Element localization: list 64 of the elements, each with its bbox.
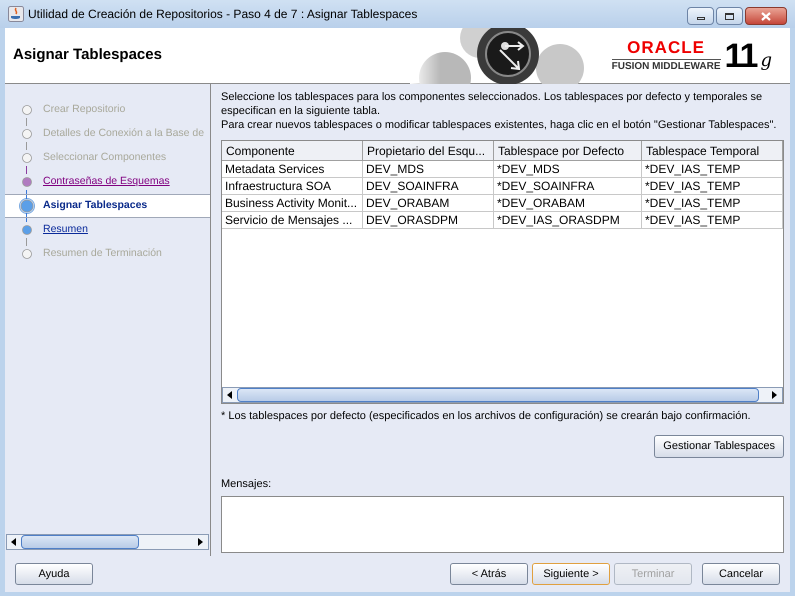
table-cell: DEV_ORASDPM xyxy=(363,212,494,229)
step-dot-icon xyxy=(19,174,35,190)
messages-label: Mensajes: xyxy=(221,476,272,492)
wizard-step[interactable]: Asignar Tablespaces xyxy=(5,194,210,218)
horizontal-scrollbar[interactable] xyxy=(6,534,209,550)
table-cell: *DEV_IAS_TEMP xyxy=(642,178,783,195)
brand-logo: ORACLE xyxy=(627,39,705,56)
wizard-button[interactable]: Siguiente > xyxy=(532,563,610,585)
table-cell: *DEV_IAS_TEMP xyxy=(642,212,783,229)
step-dot-icon xyxy=(19,222,35,238)
table-cell: *DEV_MDS xyxy=(494,161,642,178)
minimize-icon xyxy=(696,16,704,20)
step-label: Seleccionar Componentes xyxy=(43,150,166,166)
table-cell: *DEV_IAS_ORASDPM xyxy=(494,212,642,229)
wizard-step[interactable]: Resumen xyxy=(5,218,210,242)
messages-box[interactable] xyxy=(221,496,784,553)
step-label: Detalles de Conexión a la Base de xyxy=(43,126,204,142)
maximize-icon xyxy=(725,12,734,20)
window-title: Utilidad de Creación de Repositorios - Paso 4 de 7 : Asignar Tablespaces xyxy=(28,6,418,23)
page-title: Asignar Tablespaces xyxy=(12,45,163,66)
step-label: Asignar Tablespaces xyxy=(43,198,148,214)
step-label: Crear Repositorio xyxy=(43,102,126,118)
instruction-text: Seleccione los tablespaces para los componentes seleccionados. Los tablespaces por defecto y temporales se especifican en la siguiente tabla. xyxy=(221,90,764,118)
table-cell: Infraestructura SOA xyxy=(222,178,363,195)
column-header[interactable]: Tablespace Temporal xyxy=(642,141,783,161)
table-cell: *DEV_IAS_TEMP xyxy=(642,161,783,178)
table-cell: *DEV_ORABAM xyxy=(494,195,642,212)
wizard-button[interactable]: Cancelar xyxy=(702,563,780,585)
version-suffix: g xyxy=(760,49,772,73)
table-cell: DEV_SOAINFRA xyxy=(363,178,494,195)
maximize-button[interactable] xyxy=(716,7,743,25)
java-cup-icon xyxy=(8,6,24,22)
close-icon xyxy=(761,12,771,20)
column-header[interactable]: Propietario del Esqu... xyxy=(363,141,494,161)
step-label: Resumen xyxy=(43,222,88,238)
table-cell: Business Activity Monit... xyxy=(222,195,363,212)
column-header[interactable]: Tablespace por Defecto xyxy=(494,141,642,161)
step-label: Resumen de Terminación xyxy=(43,246,162,262)
step-dot-icon xyxy=(19,198,35,214)
step-dot-icon xyxy=(19,246,35,262)
manage-tablespaces-button[interactable]: Gestionar Tablespaces xyxy=(654,434,784,458)
table-cell: DEV_MDS xyxy=(363,161,494,178)
instruction-text: Para crear nuevos tablespaces o modificar tablespaces existentes, haga clic en el botón "Gestionar Tablespaces". xyxy=(221,118,778,132)
wizard-button[interactable]: < Atrás xyxy=(450,563,528,585)
step-dot-icon xyxy=(19,150,35,166)
wizard-button[interactable]: Ayuda xyxy=(15,563,93,585)
step-dot-icon xyxy=(19,102,35,118)
scroll-thumb[interactable] xyxy=(21,535,139,549)
close-button[interactable] xyxy=(745,7,787,25)
column-header[interactable]: Componente xyxy=(222,141,363,161)
wizard-step[interactable]: Contraseñas de Esquemas xyxy=(5,170,210,194)
footnote-text: * Los tablespaces por defecto (especificados en los archivos de configuración) se crearán bajo confirmación. xyxy=(221,409,752,424)
minimize-button[interactable] xyxy=(687,7,714,25)
table-cell: Servicio de Mensajes ... xyxy=(222,212,363,229)
scroll-thumb[interactable] xyxy=(237,388,759,402)
table-cell: Metadata Services xyxy=(222,161,363,178)
table-cell: DEV_ORABAM xyxy=(363,195,494,212)
step-label: Contraseñas de Esquemas xyxy=(43,174,170,190)
step-dot-icon xyxy=(19,126,35,142)
version-number: 11 xyxy=(724,38,756,72)
table-cell: *DEV_IAS_TEMP xyxy=(642,195,783,212)
product-name: FUSION MIDDLEWARE xyxy=(612,59,721,72)
horizontal-scrollbar[interactable] xyxy=(222,387,783,403)
table-cell: *DEV_SOAINFRA xyxy=(494,178,642,195)
